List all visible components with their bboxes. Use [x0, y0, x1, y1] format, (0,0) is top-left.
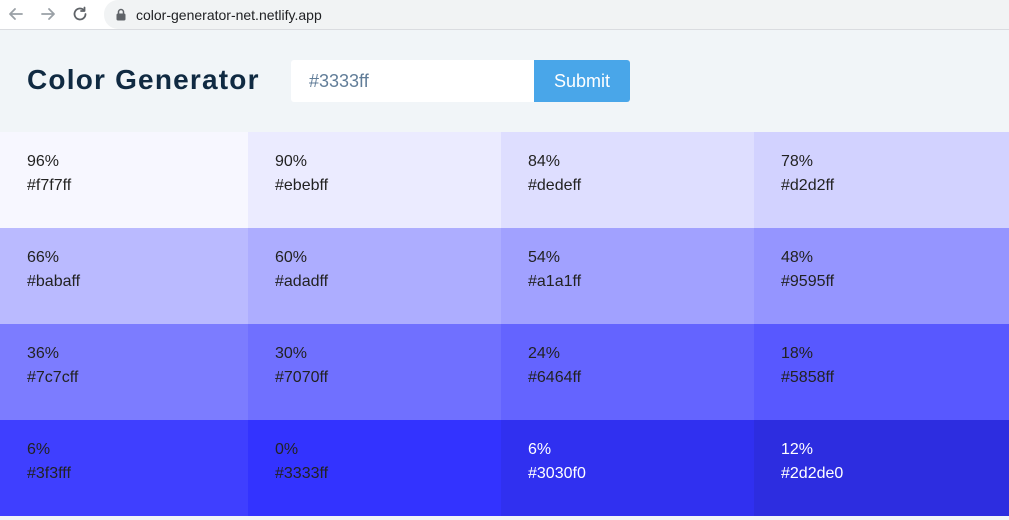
- color-swatch[interactable]: 6% #3030f0: [501, 420, 754, 516]
- forward-arrow-icon[interactable]: [38, 4, 58, 24]
- color-swatch[interactable]: 66% #babaff: [0, 228, 248, 324]
- swatch-hex: #3f3fff: [27, 465, 71, 482]
- swatch-hex: #f7f7ff: [27, 177, 72, 194]
- swatch-percent: 66%: [27, 249, 60, 266]
- swatch-percent: 54%: [528, 249, 561, 266]
- swatch-hex: #6464ff: [528, 369, 582, 386]
- lock-icon: [116, 8, 128, 22]
- swatch-hex: #a1a1ff: [528, 273, 582, 290]
- color-form: Submit: [291, 60, 630, 102]
- swatch-percent: 6%: [528, 441, 552, 458]
- swatch-hex: #7070ff: [275, 369, 329, 386]
- color-swatch[interactable]: 60% #adadff: [248, 228, 501, 324]
- url-text: color-generator-net.netlify.app: [136, 6, 322, 23]
- swatch-hex: #9595ff: [781, 273, 835, 290]
- swatch-percent: 96%: [27, 153, 60, 170]
- swatch-hex: #d2d2ff: [781, 177, 835, 194]
- swatch-percent: 78%: [781, 153, 814, 170]
- color-swatch[interactable]: 48% #9595ff: [754, 228, 1009, 324]
- address-bar[interactable]: color-generator-net.netlify.app: [104, 0, 1009, 29]
- color-swatch[interactable]: 54% #a1a1ff: [501, 228, 754, 324]
- reload-icon[interactable]: [70, 4, 90, 24]
- swatch-hex: #3030f0: [528, 465, 586, 482]
- swatch-hex: #5858ff: [781, 369, 835, 386]
- swatch-percent: 6%: [27, 441, 51, 458]
- color-input[interactable]: [291, 60, 534, 102]
- color-swatch[interactable]: 0% #3333ff: [248, 420, 501, 516]
- app-header: Color Generator Submit: [0, 30, 1009, 132]
- color-swatch[interactable]: 84% #dedeff: [501, 132, 754, 228]
- back-arrow-icon[interactable]: [6, 4, 26, 24]
- color-swatch[interactable]: 96% #f7f7ff: [0, 132, 248, 228]
- browser-toolbar: color-generator-net.netlify.app: [0, 0, 1009, 30]
- swatch-hex: #babaff: [27, 273, 81, 290]
- color-swatch[interactable]: 18% #5858ff: [754, 324, 1009, 420]
- swatch-percent: 30%: [275, 345, 308, 362]
- swatch-percent: 0%: [275, 441, 299, 458]
- page-title: Color Generator: [27, 64, 260, 95]
- swatch-hex: #3333ff: [275, 465, 329, 482]
- color-swatch[interactable]: 78% #d2d2ff: [754, 132, 1009, 228]
- color-swatch[interactable]: 24% #6464ff: [501, 324, 754, 420]
- swatch-hex: #2d2de0: [781, 465, 844, 482]
- color-swatch[interactable]: 36% #7c7cff: [0, 324, 248, 420]
- swatch-percent: 24%: [528, 345, 561, 362]
- submit-button[interactable]: Submit: [534, 60, 630, 102]
- swatch-percent: 12%: [781, 441, 814, 458]
- color-swatch[interactable]: 12% #2d2de0: [754, 420, 1009, 516]
- swatch-hex: #dedeff: [528, 177, 582, 194]
- swatch-percent: 60%: [275, 249, 308, 266]
- swatch-percent: 36%: [27, 345, 60, 362]
- swatch-percent: 90%: [275, 153, 308, 170]
- color-swatch[interactable]: 90% #ebebff: [248, 132, 501, 228]
- color-swatch-grid: 96% #f7f7ff 90% #ebebff 84% #dedeff 78% #d2d2ff…: [0, 132, 1009, 516]
- swatch-percent: 18%: [781, 345, 814, 362]
- swatch-percent: 48%: [781, 249, 814, 266]
- color-swatch[interactable]: 6% #3f3fff: [0, 420, 248, 516]
- swatch-hex: #7c7cff: [27, 369, 79, 386]
- swatch-percent: 84%: [528, 153, 561, 170]
- swatch-hex: #adadff: [275, 273, 329, 290]
- color-swatch[interactable]: 30% #7070ff: [248, 324, 501, 420]
- swatch-hex: #ebebff: [275, 177, 329, 194]
